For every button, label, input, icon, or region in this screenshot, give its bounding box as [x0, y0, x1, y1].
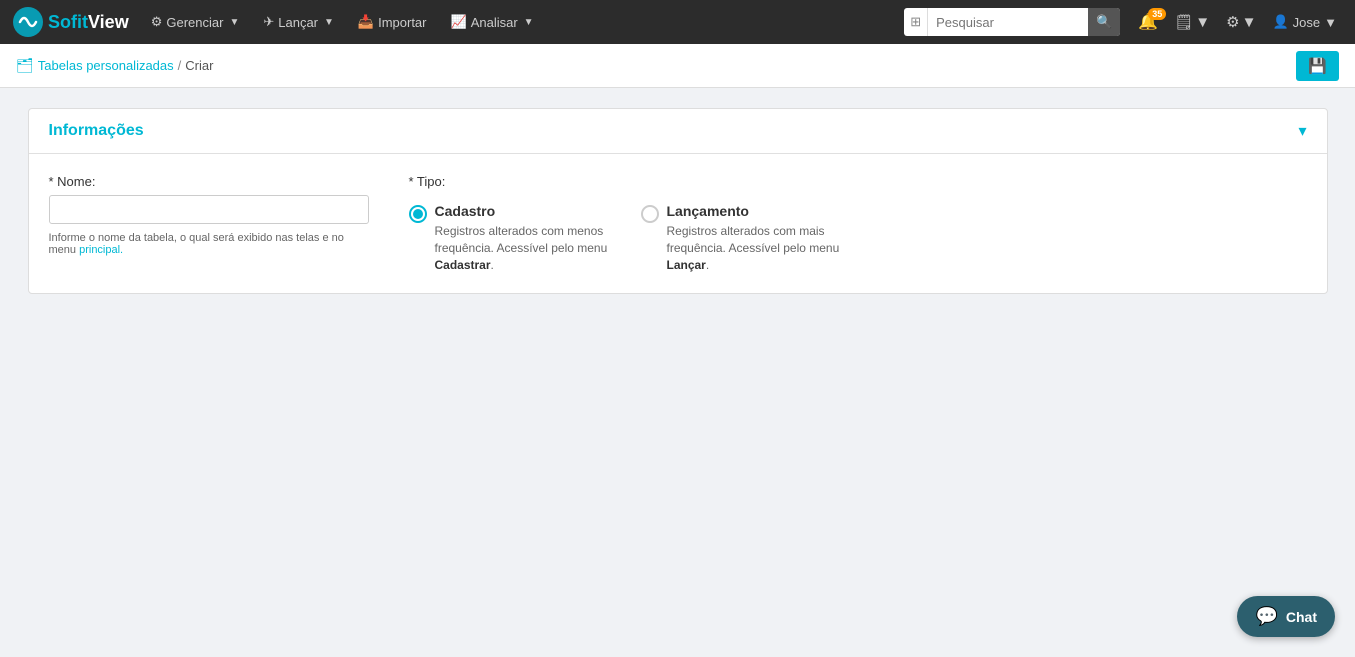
chat-button[interactable]: 💬 Chat [1237, 596, 1335, 637]
tipo-options: Cadastro Registros alterados com menos f… [409, 203, 841, 273]
user-caret: ▼ [1324, 15, 1337, 30]
breadcrumb: 🗂 Tabelas personalizadas / Criar [16, 57, 213, 74]
tipo-option-cadastro[interactable]: Cadastro Registros alterados com menos f… [409, 203, 609, 273]
radio-cadastro[interactable] [409, 205, 427, 223]
navbar-actions: 🔔 35 🗒 ▼ ⚙ ▼ 👤 Jose ▼ [1132, 12, 1343, 32]
nav-gerenciar[interactable]: ⚙ Gerenciar ▼ [141, 0, 250, 44]
form-card-title: Informações [49, 122, 144, 140]
chat-icon: 💬 [1255, 606, 1277, 627]
brand-logo-icon [12, 6, 44, 38]
search-input[interactable] [928, 8, 1088, 36]
brand-logo-container: SofitView [12, 6, 129, 38]
document-caret: ▼ [1195, 14, 1210, 31]
tipo-lancamento-desc-pre: Registros alterados com mais frequência.… [667, 224, 840, 255]
breadcrumb-link[interactable]: Tabelas personalizadas [38, 58, 174, 73]
tipo-lancamento-content: Lançamento Registros alterados com mais … [667, 203, 841, 273]
network-caret: ▼ [1242, 14, 1257, 31]
form-card-body: * Nome: Informe o nome da tabela, o qual… [29, 154, 1327, 293]
name-label: * Nome: [49, 174, 369, 189]
name-field-group: * Nome: Informe o nome da tabela, o qual… [49, 174, 369, 256]
tipo-lancamento-desc: Registros alterados com mais frequência.… [667, 223, 841, 273]
gerenciar-caret: ▼ [229, 17, 239, 28]
brand-text: SofitView [48, 12, 129, 33]
user-menu-button[interactable]: 👤 Jose ▼ [1266, 14, 1343, 30]
save-button[interactable]: 💾 [1296, 51, 1339, 81]
document-button[interactable]: 🗒 ▼ [1168, 13, 1216, 31]
lancar-icon: ✈ [263, 14, 274, 30]
tipo-cadastro-desc-post: . [491, 258, 494, 272]
collapse-button[interactable]: ▾ [1298, 121, 1306, 141]
name-input[interactable] [49, 195, 369, 224]
tipo-label: * Tipo: [409, 174, 841, 189]
document-icon: 🗒 [1174, 13, 1193, 31]
notifications-badge: 35 [1148, 8, 1166, 20]
lancar-caret: ▼ [324, 17, 334, 28]
radio-cadastro-inner [413, 209, 423, 219]
gerenciar-icon: ⚙ [151, 14, 163, 30]
notifications-button[interactable]: 🔔 35 [1132, 12, 1164, 32]
tipo-lancamento-desc-post: . [706, 258, 709, 272]
analisar-label: Analisar [471, 15, 518, 30]
breadcrumb-icon: 🗂 [16, 57, 34, 74]
search-grid-icon: ⊞ [904, 8, 928, 36]
brand-view: View [88, 12, 129, 32]
tipo-section: * Tipo: Cadastro Registros alterados com… [409, 174, 841, 273]
name-hint-link[interactable]: principal. [79, 244, 123, 256]
importar-label: Importar [378, 15, 426, 30]
tipo-option-lancamento[interactable]: Lançamento Registros alterados com mais … [641, 203, 841, 273]
form-card-header: Informações ▾ [29, 109, 1327, 154]
tipo-cadastro-content: Cadastro Registros alterados com menos f… [435, 203, 609, 273]
network-icon: ⚙ [1226, 13, 1239, 31]
lancar-label: Lançar [278, 15, 318, 30]
gerenciar-label: Gerenciar [166, 15, 223, 30]
tipo-lancamento-desc-bold: Lançar [667, 258, 706, 272]
breadcrumb-bar: 🗂 Tabelas personalizadas / Criar 💾 [0, 44, 1355, 88]
user-label: Jose [1293, 15, 1320, 30]
radio-lancamento[interactable] [641, 205, 659, 223]
chat-label: Chat [1286, 609, 1317, 625]
tipo-cadastro-title: Cadastro [435, 203, 609, 219]
search-button[interactable]: 🔍 [1088, 8, 1120, 36]
navbar: SofitView ⚙ Gerenciar ▼ ✈ Lançar ▼ 📥 Imp… [0, 0, 1355, 44]
form-row: * Nome: Informe o nome da tabela, o qual… [49, 174, 1307, 273]
tipo-cadastro-desc-bold: Cadastrar [435, 258, 491, 272]
tipo-cadastro-desc-pre: Registros alterados com menos frequência… [435, 224, 608, 255]
breadcrumb-current: Criar [185, 58, 213, 73]
nav-analisar[interactable]: 📈 Analisar ▼ [441, 0, 544, 44]
analisar-caret: ▼ [524, 17, 534, 28]
nav-lancar[interactable]: ✈ Lançar ▼ [253, 0, 344, 44]
tipo-cadastro-desc: Registros alterados com menos frequência… [435, 223, 609, 273]
name-hint: Informe o nome da tabela, o qual será ex… [49, 232, 369, 256]
importar-icon: 📥 [358, 14, 374, 30]
user-icon: 👤 [1272, 14, 1288, 30]
nav-importar[interactable]: 📥 Importar [348, 0, 437, 44]
tipo-lancamento-title: Lançamento [667, 203, 841, 219]
main-content: Informações ▾ * Nome: Informe o nome da … [0, 88, 1355, 314]
network-button[interactable]: ⚙ ▼ [1220, 13, 1262, 31]
search-box: ⊞ 🔍 [904, 8, 1120, 36]
breadcrumb-separator: / [178, 58, 182, 73]
brand-soft: Sofit [48, 12, 88, 32]
form-card: Informações ▾ * Nome: Informe o nome da … [28, 108, 1328, 294]
analisar-icon: 📈 [451, 14, 467, 30]
